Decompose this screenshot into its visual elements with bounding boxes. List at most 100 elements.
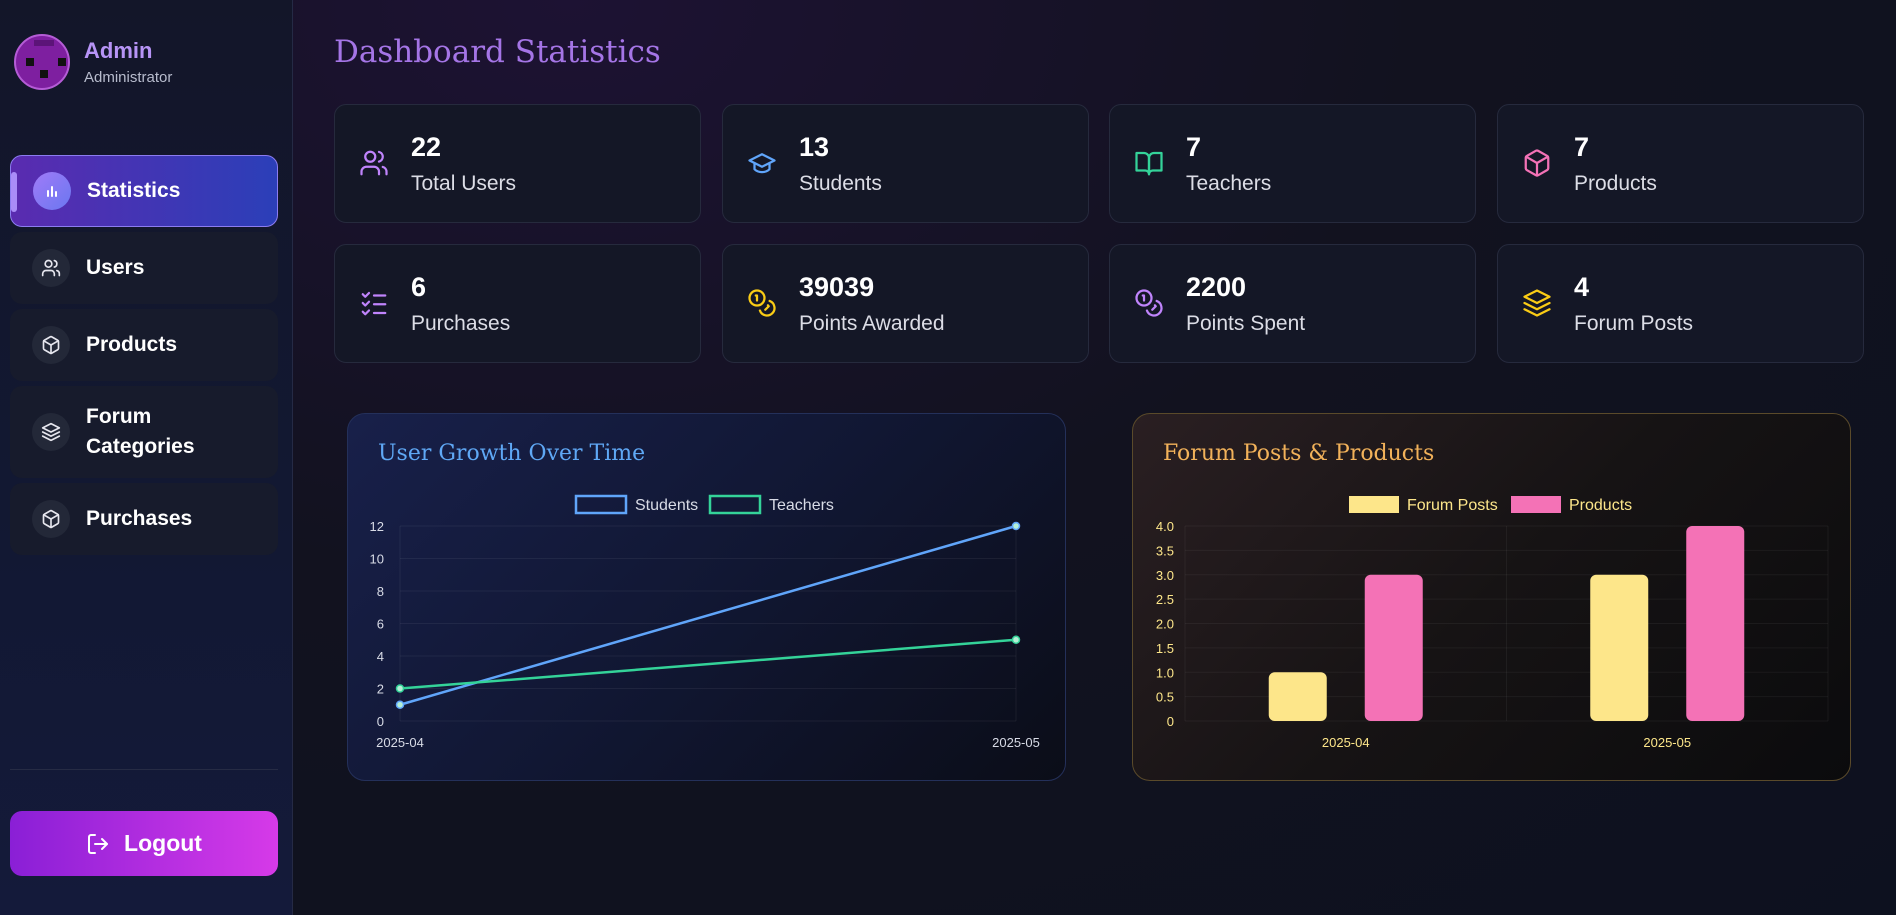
sidebar-item-label: Users [86, 256, 145, 279]
data-point [1011, 521, 1021, 531]
stat-card-total-users: 22 Total Users [334, 104, 701, 223]
data-point [395, 700, 405, 709]
avatar [14, 34, 70, 90]
legend-swatch [574, 494, 628, 515]
sidebar-item-products[interactable]: Products [10, 309, 278, 381]
stat-value: 39039 [799, 272, 875, 302]
stat-value: 7 [1574, 132, 1590, 162]
sidebar-item-statistics[interactable]: Statistics [10, 155, 278, 227]
list-checks-icon [361, 291, 387, 316]
user-growth-chart-card: User Growth Over Time 0 2 4 6 8 10 12 2025-04 20… [347, 413, 1066, 781]
stat-card-products: 7 Products [1497, 104, 1864, 223]
y-tick-label: 3.0 [1156, 568, 1174, 583]
legend-label: Students [635, 497, 698, 514]
layers-icon [32, 413, 70, 451]
legend-label: Forum Posts [1407, 497, 1498, 514]
y-tick-label: 0 [1167, 714, 1174, 729]
series-line [399, 524, 1017, 706]
x-tick-label: 2025-05 [1643, 735, 1691, 750]
data-point [395, 684, 405, 693]
active-indicator [11, 172, 17, 212]
stat-label: Points Awarded [799, 312, 945, 335]
book-open-icon [1135, 151, 1163, 176]
series-line [399, 638, 1017, 690]
stat-card-points-awarded: 39039 Points Awarded [722, 244, 1089, 363]
data-point [1011, 635, 1021, 644]
users-icon [32, 249, 70, 287]
y-tick-label: 10 [370, 552, 384, 567]
y-tick-label: 1.5 [1156, 641, 1174, 656]
user-profile: Admin Administrator [14, 34, 172, 90]
stat-card-purchases: 6 Purchases [334, 244, 701, 363]
logout-button[interactable]: Logout [10, 811, 278, 876]
sidebar-divider [10, 769, 278, 770]
bar [1590, 574, 1649, 721]
sidebar-item-label-line: Forum [86, 405, 152, 428]
stat-value: 4 [1574, 272, 1590, 302]
legend-swatch [708, 494, 762, 515]
y-tick-label: 0.5 [1156, 690, 1174, 705]
y-tick-label: 4 [377, 649, 384, 664]
stat-value: 6 [411, 272, 427, 302]
stat-label: Students [799, 172, 882, 195]
y-tick-label: 0 [377, 714, 384, 729]
x-tick-label: 2025-05 [992, 735, 1040, 750]
y-tick-label: 3.5 [1156, 543, 1174, 558]
y-tick-label: 2.0 [1156, 617, 1174, 632]
forum-products-chart: 0 0.5 1.0 1.5 2.0 2.5 3.0 3.5 4.0 2025-04 2025-05 F… [1156, 496, 1829, 750]
sidebar-item-label: Purchases [86, 507, 193, 530]
y-tick-label: 6 [377, 617, 384, 632]
y-tick-label: 8 [377, 584, 384, 599]
profile-name: Admin [84, 38, 153, 63]
legend-label: Products [1569, 497, 1632, 514]
bar [1686, 526, 1745, 721]
page-title: Dashboard Statistics [334, 34, 661, 70]
stat-value: 2200 [1186, 272, 1247, 302]
users-icon [360, 150, 388, 176]
stat-label: Points Spent [1186, 312, 1306, 335]
bar [1364, 574, 1423, 721]
x-tick-label: 2025-04 [1322, 735, 1370, 750]
stat-label: Total Users [411, 172, 517, 195]
y-tick-label: 12 [370, 519, 384, 534]
sidebar-item-label: Statistics [87, 179, 181, 202]
bar [1268, 672, 1327, 721]
y-tick-label: 4.0 [1156, 519, 1174, 534]
stat-value: 7 [1186, 132, 1202, 162]
sidebar: Admin Administrator Statistics Users Pro… [0, 0, 293, 915]
user-growth-chart: 0 2 4 6 8 10 12 2025-04 2025-05 Students Teachers [370, 494, 1040, 750]
x-tick-label: 2025-04 [376, 735, 424, 750]
stat-card-students: 13 Students [722, 104, 1089, 223]
y-tick-label: 2.5 [1156, 592, 1174, 607]
sidebar-item-label: Products [86, 333, 178, 356]
logout-label: Logout [124, 830, 202, 856]
stat-value: 22 [411, 132, 442, 162]
coins-icon [1135, 289, 1163, 317]
package-icon [32, 500, 70, 538]
sidebar-item-label-line: Categories [86, 435, 195, 458]
sidebar-item-purchases[interactable]: Purchases [10, 483, 278, 555]
stat-card-teachers: 7 Teachers [1109, 104, 1476, 223]
legend-swatch [1349, 496, 1399, 513]
stat-label: Purchases [411, 312, 511, 335]
stat-label: Products [1574, 172, 1657, 195]
layers-icon [1523, 289, 1551, 317]
forum-products-chart-card: Forum Posts & Products 0 0.5 1.0 1.5 2.0 2.5 3… [1132, 413, 1851, 781]
package-icon [1524, 149, 1550, 177]
stat-card-points-spent: 2200 Points Spent [1109, 244, 1476, 363]
bar-chart-icon [33, 172, 71, 210]
legend-swatch [1511, 496, 1561, 513]
stat-value: 13 [799, 132, 830, 162]
profile-role: Administrator [84, 69, 173, 86]
package-icon [32, 326, 70, 364]
stat-card-forum-posts: 4 Forum Posts [1497, 244, 1864, 363]
stat-label: Teachers [1186, 172, 1272, 195]
y-tick-label: 2 [377, 682, 384, 697]
sidebar-item-users[interactable]: Users [10, 232, 278, 304]
sidebar-item-forum-categories[interactable]: Forum Categories [10, 386, 278, 478]
coins-icon [748, 289, 776, 317]
logout-icon [88, 833, 109, 854]
graduation-cap-icon [748, 153, 776, 174]
legend-label: Teachers [769, 497, 834, 514]
sidebar-item-label: Forum Categories [86, 402, 195, 462]
